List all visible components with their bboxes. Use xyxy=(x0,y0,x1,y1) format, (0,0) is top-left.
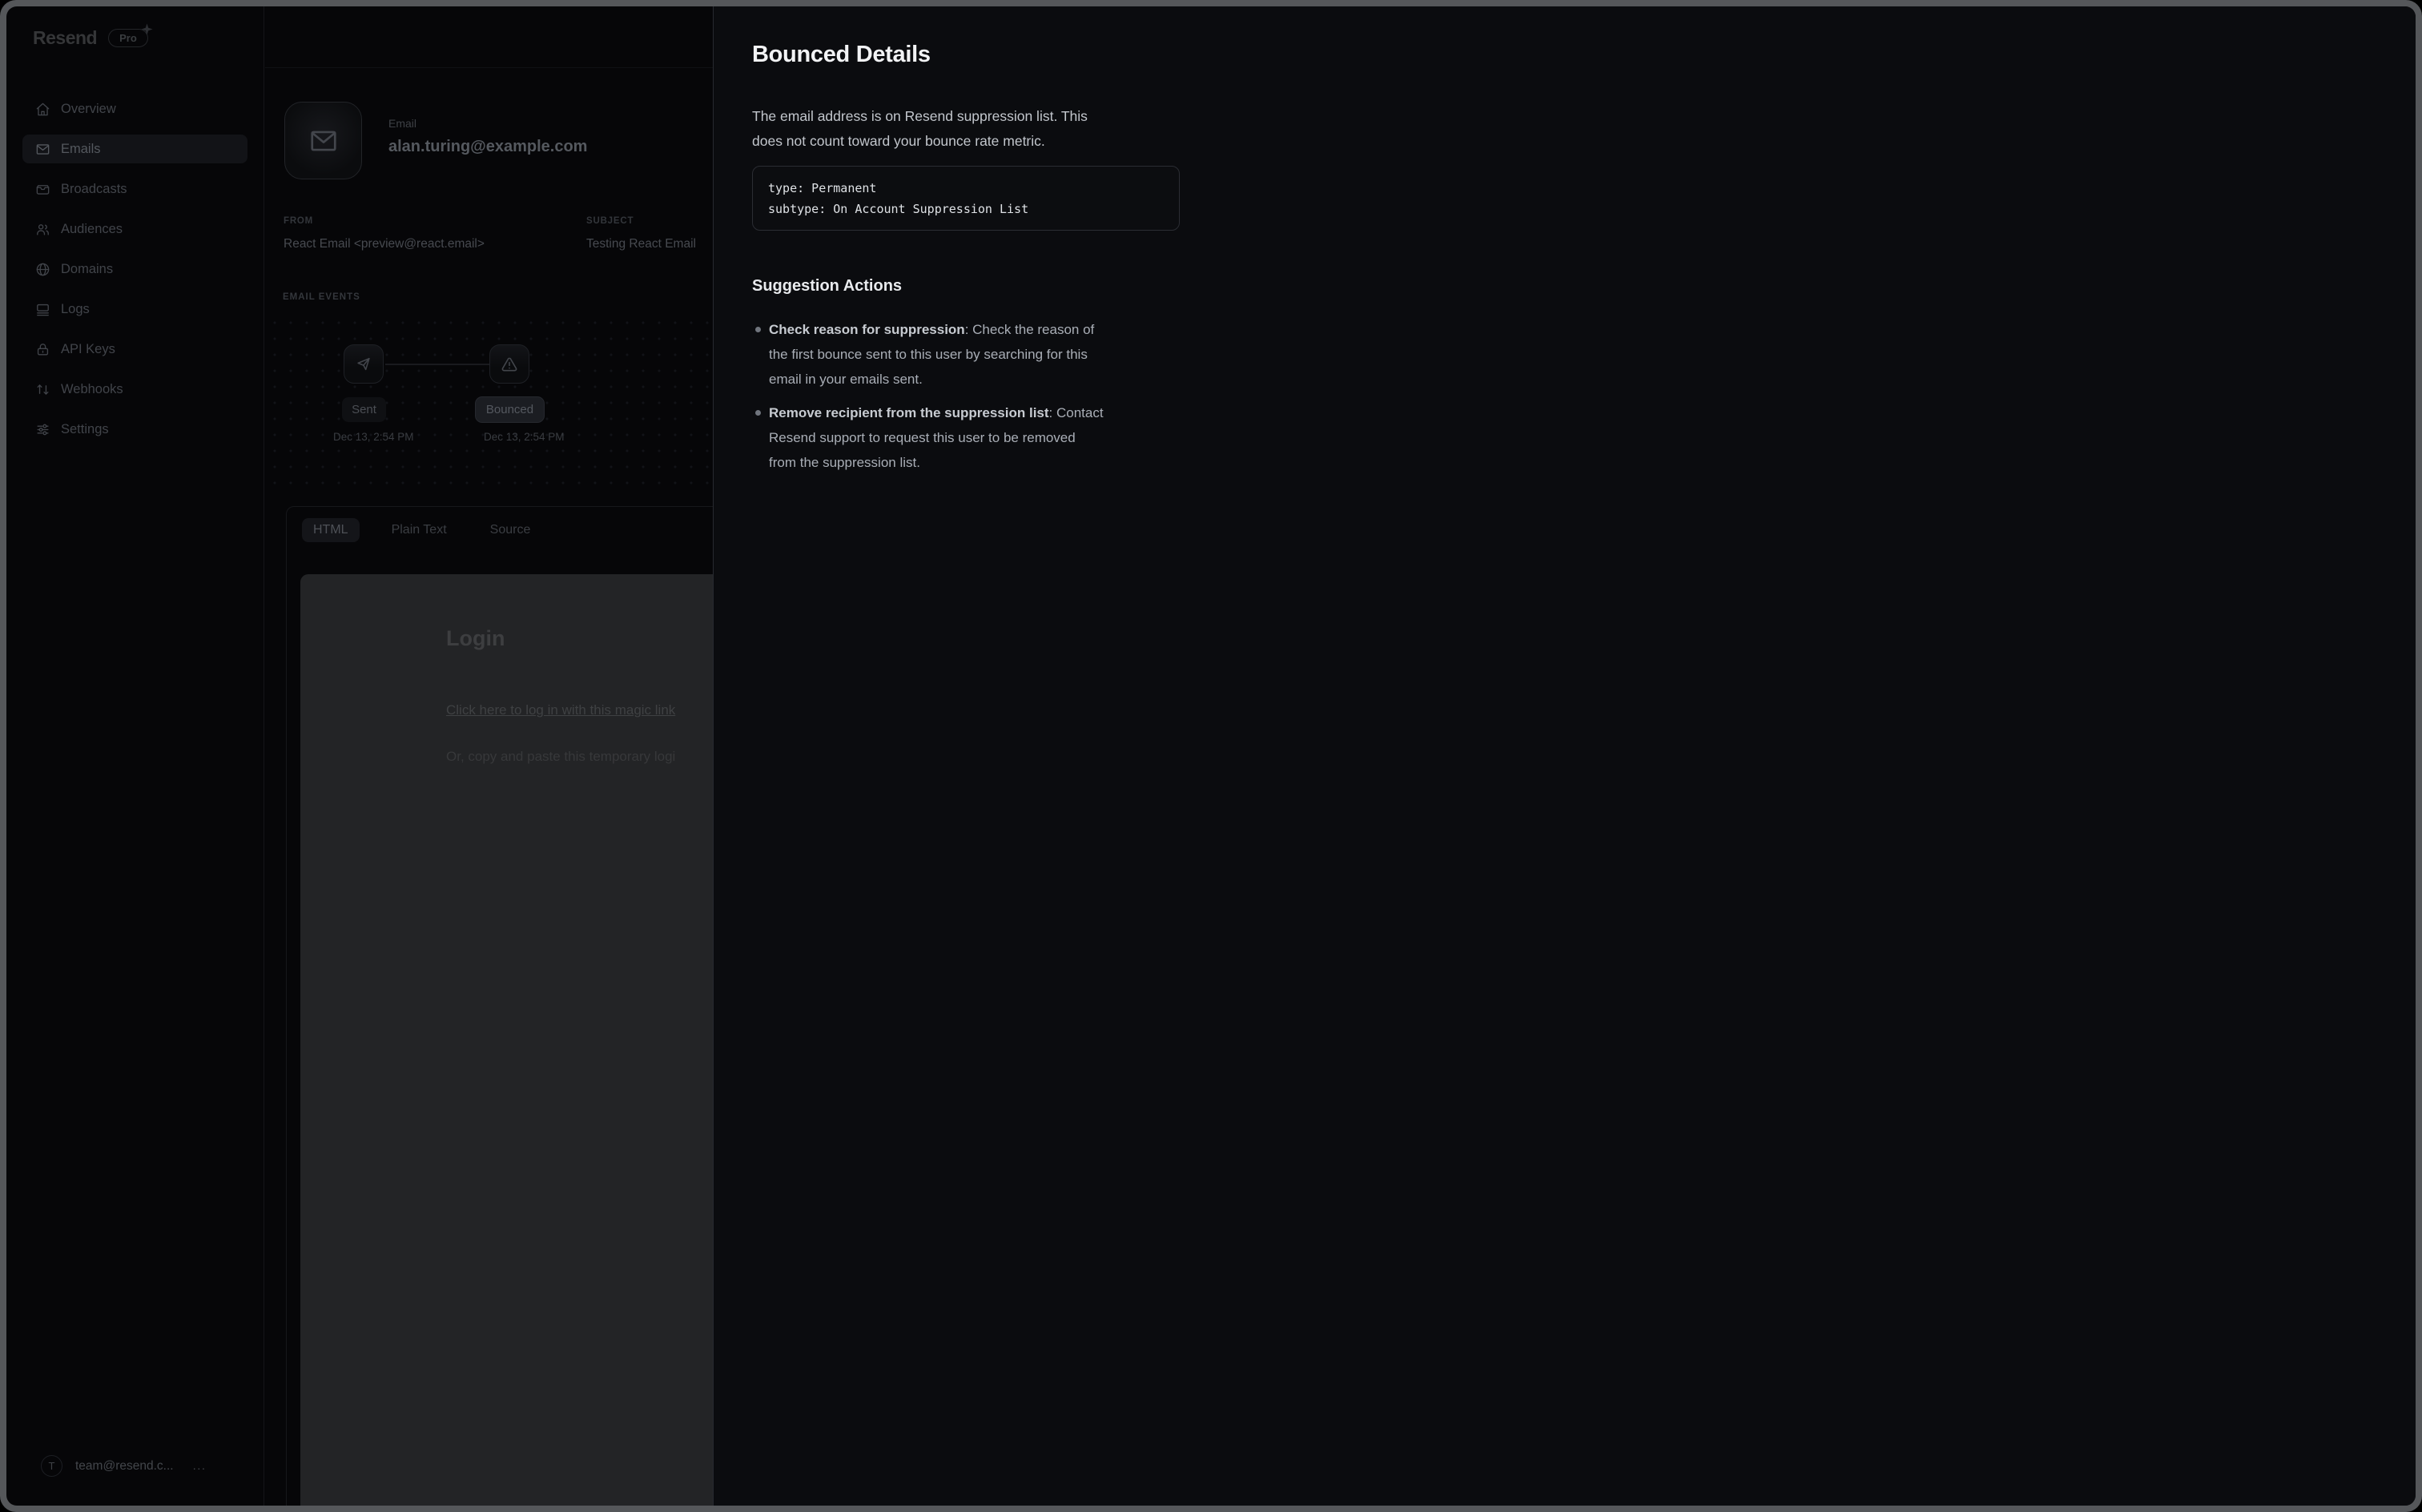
tab-html[interactable]: HTML xyxy=(302,518,360,542)
sidebar-item-settings[interactable]: Settings xyxy=(22,415,247,444)
sidebar-item-audiences[interactable]: Audiences xyxy=(22,215,247,243)
sliders-icon xyxy=(35,422,50,437)
event-connector-line xyxy=(385,364,489,365)
event-node-sent xyxy=(344,344,384,384)
avatar: T xyxy=(41,1455,62,1477)
users-icon xyxy=(35,222,50,237)
suggestion-list: Check reason for suppression: Check the … xyxy=(752,317,1185,484)
event-pill-sent[interactable]: Sent xyxy=(342,397,386,422)
sidebar-item-logs[interactable]: Logs xyxy=(22,295,247,324)
bounced-details-panel: Bounced Details The email address is on … xyxy=(713,6,2416,1506)
sidebar-item-label: Emails xyxy=(61,142,101,157)
preview-footer-text: Or, copy and paste this temporary logi xyxy=(446,749,675,765)
email-address: alan.turing@example.com xyxy=(388,138,587,156)
suggestion-bold-lead: Check reason for suppression xyxy=(769,322,965,337)
window-frame: Resend Pro Overview Emails Broadcasts Au… xyxy=(0,0,2422,1512)
account-email: team@resend.c... xyxy=(75,1459,174,1474)
alert-triangle-icon xyxy=(501,356,518,373)
subject-label: SUBJECT xyxy=(586,216,634,226)
bounce-code-block: type: Permanentsubtype: On Account Suppr… xyxy=(752,166,1180,231)
email-icon-card xyxy=(284,102,362,179)
sidebar-item-api-keys[interactable]: API Keys xyxy=(22,335,247,364)
plan-badge: Pro xyxy=(108,29,148,47)
sidebar-item-broadcasts[interactable]: Broadcasts xyxy=(22,175,247,203)
sidebar-item-label: Webhooks xyxy=(61,382,123,397)
sidebar-item-emails[interactable]: Emails xyxy=(22,135,247,163)
resend-logo: Resend xyxy=(33,27,97,49)
sidebar-item-domains[interactable]: Domains xyxy=(22,255,247,284)
inbox-icon xyxy=(35,182,50,197)
event-node-bounced xyxy=(489,344,529,384)
sidebar-item-label: Settings xyxy=(61,422,109,437)
home-icon xyxy=(35,102,50,117)
plan-badge-label: Pro xyxy=(119,32,137,44)
suggestion-item: Check reason for suppression: Check the … xyxy=(752,317,1185,392)
sidebar-item-overview[interactable]: Overview xyxy=(22,94,247,123)
from-value: React Email <preview@react.email> xyxy=(284,237,485,251)
sparkle-icon xyxy=(140,22,154,36)
sidebar-item-webhooks[interactable]: Webhooks xyxy=(22,375,247,404)
tab-source[interactable]: Source xyxy=(479,518,542,542)
arrows-up-down-icon xyxy=(35,382,50,397)
sidebar-item-label: Domains xyxy=(61,262,113,277)
sidebar-item-label: Overview xyxy=(61,102,116,117)
event-timestamp-bounced: Dec 13, 2:54 PM xyxy=(484,431,565,443)
logo-row: Resend Pro xyxy=(33,27,148,49)
panel-description: The email address is on Resend suppressi… xyxy=(752,104,1189,154)
email-events-label: EMAIL EVENTS xyxy=(283,292,360,302)
mail-icon xyxy=(308,126,339,156)
sidebar-nav: Overview Emails Broadcasts Audiences Dom… xyxy=(22,94,247,444)
sidebar: Resend Pro Overview Emails Broadcasts Au… xyxy=(6,6,264,1506)
sidebar-item-label: Logs xyxy=(61,302,90,317)
suggestion-item: Remove recipient from the suppression li… xyxy=(752,400,1185,475)
lock-icon xyxy=(35,342,50,357)
from-label: FROM xyxy=(284,216,313,226)
sidebar-item-label: Broadcasts xyxy=(61,182,127,197)
event-timestamp-sent: Dec 13, 2:54 PM xyxy=(333,431,414,443)
mail-icon xyxy=(35,142,50,157)
sidebar-item-label: Audiences xyxy=(61,222,123,237)
preview-heading: Login xyxy=(446,626,505,651)
magic-link[interactable]: Click here to log in with this magic lin… xyxy=(446,702,675,718)
suggestion-actions-title: Suggestion Actions xyxy=(752,277,902,296)
email-type-label: Email xyxy=(388,117,416,130)
rows-icon xyxy=(35,302,50,317)
panel-title: Bounced Details xyxy=(752,42,931,68)
account-row[interactable]: T team@resend.c... ... xyxy=(41,1455,207,1477)
globe-icon xyxy=(35,262,50,277)
account-menu-ellipsis[interactable]: ... xyxy=(193,1459,207,1473)
subject-value: Testing React Email xyxy=(586,237,696,251)
tab-plain-text[interactable]: Plain Text xyxy=(380,518,458,542)
event-pill-bounced[interactable]: Bounced xyxy=(476,397,544,422)
send-icon xyxy=(355,356,372,373)
suggestion-bold-lead: Remove recipient from the suppression li… xyxy=(769,405,1049,420)
sidebar-item-label: API Keys xyxy=(61,342,115,357)
app-root: Resend Pro Overview Emails Broadcasts Au… xyxy=(6,6,2416,1506)
